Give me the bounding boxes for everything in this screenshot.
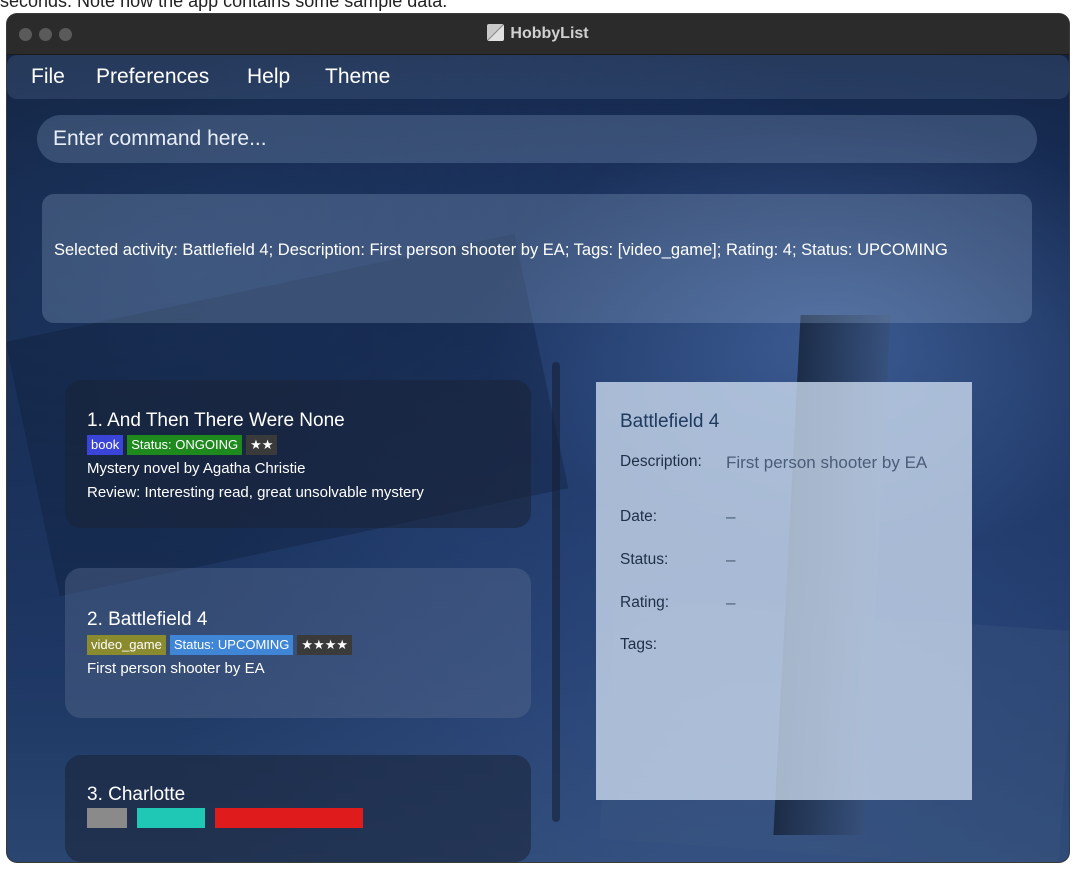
activity-list-scrollbar[interactable] [552, 362, 560, 822]
rating-stars: ★★★★ [297, 635, 353, 655]
activity-tags: book Status: ONGOING ★★ [87, 435, 281, 455]
detail-date-label: Date: [620, 508, 658, 525]
tag-chip: video_game [87, 635, 166, 655]
menu-bar: File Preferences Help Theme [7, 55, 1069, 99]
activity-card-selected[interactable]: 2. Battlefield 4 video_game Status: UPCOM… [65, 568, 531, 718]
rating-stars: ★★ [246, 435, 278, 455]
result-display: Selected activity: Battlefield 4; Descri… [42, 194, 1032, 323]
detail-description-label: Description: [620, 453, 702, 470]
tag-chip [137, 808, 205, 828]
activity-description: First person shooter by EA [87, 660, 265, 677]
main-content: File Preferences Help Theme Selected act… [7, 55, 1069, 862]
detail-rating-label: Rating: [620, 594, 670, 611]
command-input[interactable] [37, 115, 1037, 163]
window-title: HobbyList [510, 25, 589, 42]
activity-tags [87, 808, 367, 828]
detail-status-value: – [726, 550, 736, 569]
window-title-group: HobbyList [7, 24, 1069, 43]
activity-title: 3. Charlotte [87, 784, 186, 805]
result-text: Selected activity: Battlefield 4; Descri… [54, 241, 948, 259]
status-chip: Status: UPCOMING [169, 635, 294, 655]
detail-date-value: – [726, 507, 736, 526]
activity-title: 1. And Then There Were None [87, 410, 345, 431]
activity-card[interactable]: 1. And Then There Were None book Status: … [65, 380, 531, 528]
title-bar: HobbyList [7, 14, 1069, 55]
detail-description-value: First person shooter by EA [726, 453, 928, 472]
app-icon [487, 24, 505, 41]
activity-tags: video_game Status: UPCOMING ★★★★ [87, 635, 356, 655]
activity-review: Review: Interesting read, great unsolvab… [87, 484, 424, 501]
status-chip: Status: ONGOING [127, 435, 243, 455]
activity-card[interactable]: 3. Charlotte [65, 755, 531, 862]
document-caption: seconds. Note how the app contains some … [0, 0, 448, 11]
tag-chip: book [87, 435, 124, 455]
activity-title: 2. Battlefield 4 [87, 609, 208, 630]
app-window: HobbyList File Preferences Help Theme Se… [7, 14, 1069, 862]
menu-preferences[interactable]: Preferences [96, 65, 209, 89]
status-chip [215, 808, 363, 828]
detail-rating-value: – [726, 593, 736, 612]
activity-description: Mystery novel by Agatha Christie [87, 460, 306, 477]
detail-tags-label: Tags: [620, 636, 658, 653]
command-box [37, 115, 1037, 163]
menu-file[interactable]: File [31, 65, 65, 89]
menu-theme[interactable]: Theme [325, 65, 390, 89]
tag-chip [87, 808, 127, 828]
menu-help[interactable]: Help [247, 65, 290, 89]
activity-detail-panel: Battlefield 4 Description: First person … [596, 382, 972, 800]
detail-status-label: Status: [620, 551, 669, 568]
detail-title: Battlefield 4 [620, 411, 720, 432]
